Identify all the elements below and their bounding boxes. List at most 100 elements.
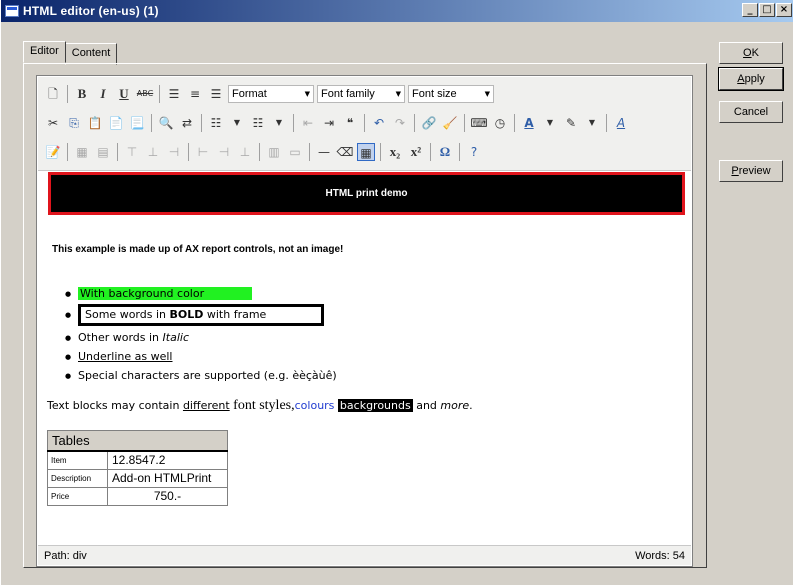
col-after-icon[interactable]: ⊣	[215, 143, 233, 161]
delete-col-icon[interactable]: ⊥	[236, 143, 254, 161]
new-document-icon[interactable]: 🗋	[44, 85, 62, 103]
indent-icon[interactable]: ⇥	[320, 114, 338, 132]
merge-cells-icon[interactable]: ▭	[286, 143, 304, 161]
chevron-down-icon: ▼	[304, 90, 310, 98]
apply-button[interactable]: Apply	[718, 67, 784, 91]
visual-aid-icon[interactable]: ▦	[357, 143, 375, 161]
row-value: 750.-	[107, 486, 228, 506]
mixed-prefix: Text blocks may contain	[47, 399, 183, 412]
numbered-list-icon[interactable]: ☷	[249, 114, 267, 132]
redo-icon[interactable]: ↷	[391, 114, 409, 132]
copy-icon[interactable]: ⎘	[65, 114, 83, 132]
list-item: Some words in BOLD with frame	[65, 303, 337, 327]
row-after-icon[interactable]: ⊥	[144, 143, 162, 161]
highlight-color-icon[interactable]: ✎	[562, 114, 580, 132]
cancel-button[interactable]: Cancel	[719, 101, 783, 123]
green-highlight-text: With background color	[78, 287, 252, 300]
separator	[67, 85, 68, 103]
table-icon[interactable]: ▦	[73, 143, 91, 161]
format-label: Format	[232, 88, 267, 100]
italic-icon[interactable]: I	[94, 85, 112, 103]
html-editor: 🗋 B I U ABC ☰ ≡ ☰ Format ▼ Font family ▼ F…	[36, 75, 693, 567]
element-path: Path: div	[44, 549, 87, 562]
table-row: Item 12.8547.2	[47, 450, 228, 470]
replace-icon[interactable]: ⇄	[178, 114, 196, 132]
ok-button[interactable]: OK	[719, 42, 783, 64]
underline-icon[interactable]: U	[115, 85, 133, 103]
table-props-icon[interactable]: ▤	[94, 143, 112, 161]
html-source-icon[interactable]: ⌨	[470, 114, 488, 132]
col-before-icon[interactable]: ⊢	[194, 143, 212, 161]
preview-mnemonic: P	[731, 165, 739, 177]
cleanup-icon[interactable]: 🧹	[441, 114, 459, 132]
remove-format-icon[interactable]: A	[612, 114, 630, 132]
close-button[interactable]: ×	[776, 3, 792, 17]
cut-icon[interactable]: ✂	[44, 114, 62, 132]
list-item: Underline as well	[65, 347, 337, 366]
row-value: 12.8547.2	[107, 450, 228, 470]
row-before-icon[interactable]: ⊤	[123, 143, 141, 161]
editor-content[interactable]: HTML print demo This example is made up …	[38, 172, 691, 544]
minimize-button[interactable]: _	[742, 3, 758, 17]
separator	[259, 143, 260, 161]
paste-text-icon[interactable]: 📄	[107, 114, 125, 132]
separator	[201, 114, 202, 132]
horizontal-rule-icon[interactable]: —	[315, 143, 333, 161]
tab-content[interactable]: Content	[64, 43, 118, 65]
preview-button[interactable]: Preview	[719, 160, 783, 182]
table-row: Price 750.-	[47, 486, 228, 506]
paste-word-icon[interactable]: 📃	[128, 114, 146, 132]
bullet-list-icon[interactable]: ☷	[207, 114, 225, 132]
list-item: Other words in Italic	[65, 328, 337, 347]
eraser-icon[interactable]: ⌫	[336, 143, 354, 161]
mixed-and: and	[412, 399, 441, 412]
text-color-icon[interactable]: A	[520, 114, 538, 132]
separator	[514, 114, 515, 132]
status-bar: Path: div Words: 54	[38, 545, 691, 565]
split-cells-icon[interactable]: ▥	[265, 143, 283, 161]
bold-icon[interactable]: B	[73, 85, 91, 103]
blockquote-icon[interactable]: ❝	[341, 114, 359, 132]
superscript-icon[interactable]: x²	[407, 143, 425, 161]
insert-time-icon[interactable]: ◷	[491, 114, 509, 132]
separator	[414, 114, 415, 132]
italic-prefix: Other words in	[78, 331, 160, 344]
editor-toolbar: 🗋 B I U ABC ☰ ≡ ☰ Format ▼ Font family ▼ F…	[38, 77, 691, 171]
help-icon[interactable]: ?	[465, 143, 483, 161]
strikethrough-icon[interactable]: ABC	[136, 85, 154, 103]
font-family-dropdown[interactable]: Font family ▼	[317, 85, 405, 103]
outdent-icon[interactable]: ⇤	[299, 114, 317, 132]
framed-prefix: Some words in	[85, 308, 170, 321]
paste-icon[interactable]: 📋	[86, 114, 104, 132]
toolbar-row-1: 🗋 B I U ABC ☰ ≡ ☰ Format ▼ Font family ▼ F…	[44, 81, 494, 107]
intro-text: This example is made up of AX report con…	[52, 244, 344, 255]
align-left-icon[interactable]: ☰	[165, 85, 183, 103]
title-bar: HTML editor (en-us) (1) _ □ ×	[1, 0, 793, 22]
font-size-dropdown[interactable]: Font size ▼	[408, 85, 494, 103]
separator	[188, 143, 189, 161]
link-icon[interactable]: 🔗	[420, 114, 438, 132]
tab-strip: Editor Content	[23, 41, 118, 65]
list-item: Special characters are supported (e.g. è…	[65, 366, 337, 385]
font-size-label: Font size	[412, 88, 457, 100]
undo-icon[interactable]: ↶	[370, 114, 388, 132]
italic-word: Italic	[162, 331, 189, 344]
chevron-down-icon[interactable]: ▼	[228, 114, 246, 132]
separator	[364, 114, 365, 132]
align-center-icon[interactable]: ≡	[186, 85, 204, 103]
find-icon[interactable]: 🔍	[157, 114, 175, 132]
align-right-icon[interactable]: ☰	[207, 85, 225, 103]
table-row: Description Add-on HTMLPrint	[47, 468, 228, 488]
tab-editor[interactable]: Editor	[23, 41, 66, 63]
subscript-icon[interactable]: x₂	[386, 143, 404, 161]
special-char-icon[interactable]: Ω	[436, 143, 454, 161]
chevron-down-icon[interactable]: ▼	[270, 114, 288, 132]
chevron-down-icon[interactable]: ▼	[583, 114, 601, 132]
delete-row-icon[interactable]: ⊣	[165, 143, 183, 161]
format-dropdown[interactable]: Format ▼	[228, 85, 314, 103]
list-item: With background color	[65, 284, 337, 303]
edit-css-icon[interactable]: 📝	[44, 143, 62, 161]
chevron-down-icon[interactable]: ▼	[541, 114, 559, 132]
toolbar-row-2: ✂ ⎘ 📋 📄 📃 🔍 ⇄ ☷ ▼ ☷ ▼ ⇤ ⇥ ❝ ↶ ↷ 🔗 🧹 ⌨ ◷ …	[44, 110, 630, 136]
maximize-button[interactable]: □	[759, 3, 775, 17]
